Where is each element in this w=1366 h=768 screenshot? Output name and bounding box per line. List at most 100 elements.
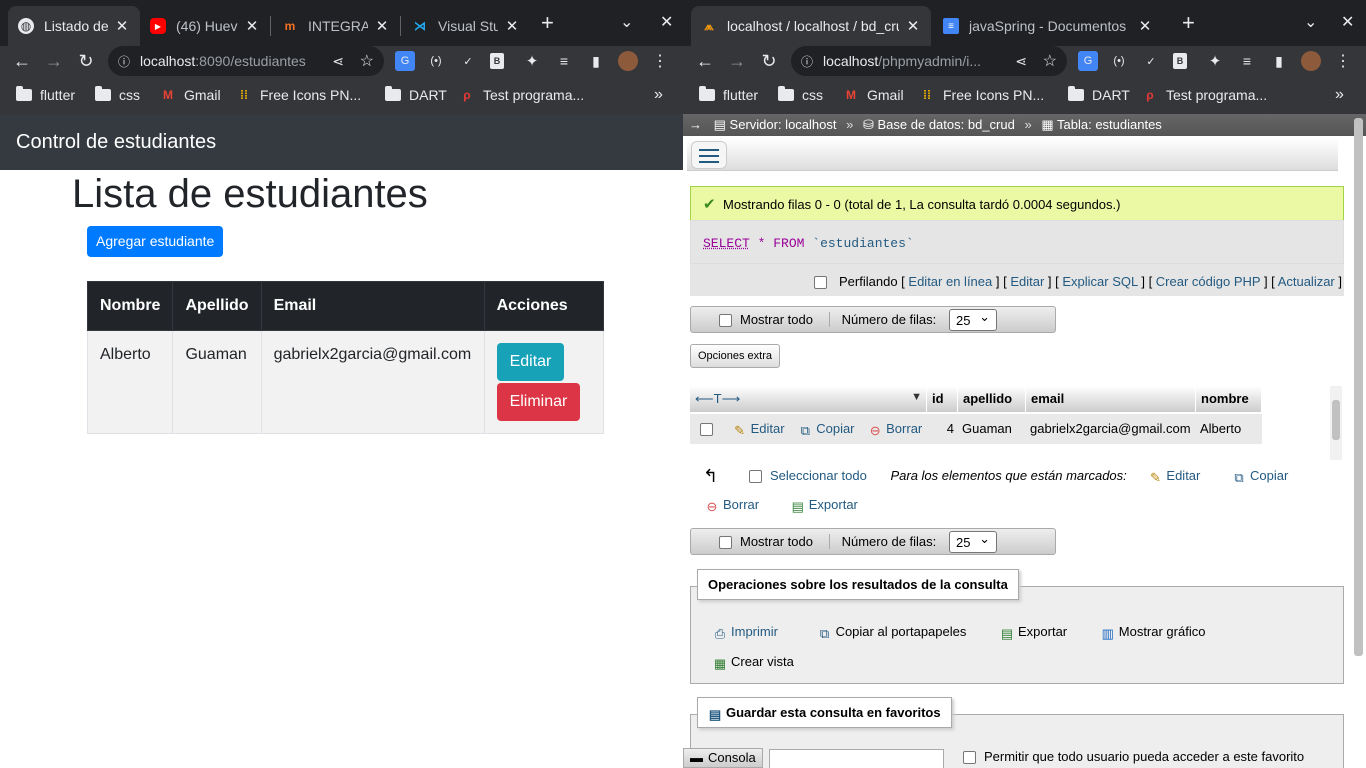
public-bookmark-checkbox[interactable] [963, 751, 976, 765]
bookmark-css[interactable]: css [778, 85, 823, 105]
check-icon[interactable]: ✓ [458, 51, 478, 71]
bookmark-dart[interactable]: DART [1068, 85, 1130, 105]
tab-youtube[interactable]: ▶ (46) Huevo ✕ [140, 6, 270, 46]
column-resize-icon[interactable]: ⟵T⟶ ▼ [690, 386, 927, 412]
reading-list-icon[interactable]: ≡ [1237, 51, 1257, 71]
address-bar[interactable]: ⓘ localhost:8090/estudiantes ⋖ ☆ [108, 46, 384, 76]
reading-list-icon[interactable]: ≡ [554, 51, 574, 71]
menu-kebab-icon[interactable]: ⋮ [650, 51, 670, 71]
column-header[interactable]: apellido [958, 386, 1026, 412]
breadcrumb-database[interactable]: Base de datos: bd_crud [878, 117, 1015, 132]
close-tab-icon[interactable]: ✕ [1137, 17, 1153, 35]
new-tab-icon[interactable]: + [1182, 10, 1195, 36]
explain-sql-link[interactable]: Explicar SQL [1062, 274, 1137, 289]
copy-clipboard-link[interactable]: Copiar al portapapeles [836, 624, 967, 639]
translate-icon[interactable]: G [395, 51, 415, 71]
reload-icon[interactable]: ↻ [757, 46, 781, 76]
bookmark-css[interactable]: css [95, 85, 140, 105]
forward-icon[interactable]: → [725, 46, 749, 76]
more-bookmarks-icon[interactable]: » [654, 85, 663, 105]
bookmark-test[interactable]: ρ Test programa... [459, 85, 584, 105]
side-panel-icon[interactable]: ▮ [586, 51, 606, 71]
cell-nombre[interactable]: Alberto [1196, 414, 1262, 444]
profiling-checkbox[interactable] [814, 276, 828, 290]
tab-integrac[interactable]: m INTEGRAC ✕ [272, 6, 400, 46]
puzzle-icon[interactable]: ✦ [522, 51, 542, 71]
window-close-icon[interactable]: ✕ [660, 10, 673, 36]
share-icon[interactable]: ⋖ [332, 53, 344, 70]
extension-icon[interactable]: (•) [426, 51, 446, 71]
navbar-brand[interactable]: Control de estudiantes [0, 114, 683, 170]
bookmark-flutter[interactable]: flutter [16, 85, 75, 105]
column-header[interactable]: email [1026, 386, 1196, 412]
translate-icon[interactable]: G [1078, 51, 1098, 71]
rows-select[interactable]: 25 [949, 309, 997, 331]
bookmark-flutter[interactable]: flutter [699, 85, 758, 105]
cell-email[interactable]: gabrielx2garcia@gmail.com [1026, 414, 1196, 444]
row-delete-link[interactable]: Borrar [886, 421, 922, 436]
bulk-copy-link[interactable]: Copiar [1250, 468, 1288, 483]
bulk-delete-link[interactable]: Borrar [723, 497, 759, 512]
tab-search-icon[interactable]: ⌄ [620, 10, 633, 36]
export-link[interactable]: Exportar [1018, 624, 1067, 639]
refresh-link[interactable]: Actualizar [1278, 274, 1335, 289]
bulk-export-link[interactable]: Exportar [809, 497, 858, 512]
extra-options-button[interactable]: Opciones extra [690, 344, 780, 368]
close-tab-icon[interactable]: ✕ [374, 17, 390, 35]
menu-kebab-icon[interactable]: ⋮ [1333, 51, 1353, 71]
tab-listado[interactable]: ◍ Listado de estudiantes ✕ [8, 6, 140, 46]
bookmark-test[interactable]: ρ Test programa... [1142, 85, 1267, 105]
create-view-link[interactable]: Crear vista [731, 654, 794, 669]
address-bar[interactable]: ⓘ localhost/phpmyadmin/i... ⋖ ☆ [791, 46, 1067, 76]
bulk-edit-link[interactable]: Editar [1166, 468, 1200, 483]
close-tab-icon[interactable]: ✕ [114, 17, 130, 35]
print-link[interactable]: Imprimir [731, 624, 778, 639]
bootstrap-ext-icon[interactable]: B [1173, 53, 1187, 69]
show-chart-link[interactable]: Mostrar gráfico [1119, 624, 1206, 639]
close-tab-icon[interactable]: ✕ [244, 17, 260, 35]
column-header[interactable]: id [927, 386, 958, 412]
breadcrumb-table[interactable]: Tabla: estudiantes [1057, 117, 1162, 132]
new-tab-icon[interactable]: + [541, 10, 554, 36]
bookmark-dart[interactable]: DART [385, 85, 447, 105]
tab-docs[interactable]: ≡ javaSpring - Documentos ✕ [933, 6, 1163, 46]
side-panel-icon[interactable]: ▮ [1269, 51, 1289, 71]
row-copy-link[interactable]: Copiar [816, 421, 854, 436]
tab-visual-studio[interactable]: ⋊ Visual Studio ✕ [402, 6, 530, 46]
forward-icon[interactable]: → [42, 46, 66, 76]
bookmark-gmail[interactable]: M Gmail [843, 85, 904, 105]
console-toggle[interactable]: ▬ Consola [683, 748, 763, 768]
close-tab-icon[interactable]: ✕ [905, 17, 921, 35]
hamburger-menu-icon[interactable] [691, 141, 727, 169]
delete-button[interactable]: Eliminar [496, 383, 581, 421]
create-php-link[interactable]: Crear código PHP [1156, 274, 1261, 289]
reload-icon[interactable]: ↻ [74, 46, 98, 76]
show-all-checkbox[interactable] [719, 536, 732, 550]
tab-phpmyadmin[interactable]: ⩕ localhost / localhost / bd_crud ✕ [691, 6, 931, 46]
puzzle-icon[interactable]: ✦ [1205, 51, 1225, 71]
more-bookmarks-icon[interactable]: » [1335, 85, 1344, 105]
edit-inline-link[interactable]: Editar en línea [908, 274, 992, 289]
tab-search-icon[interactable]: ⌄ [1304, 10, 1317, 36]
extension-icon[interactable]: (•) [1109, 51, 1129, 71]
rows-select[interactable]: 25 [949, 531, 997, 553]
cell-apellido[interactable]: Guaman [958, 414, 1026, 444]
back-icon[interactable]: ← [693, 46, 717, 76]
share-icon[interactable]: ⋖ [1015, 53, 1027, 70]
show-all-checkbox[interactable] [719, 314, 732, 328]
cell-id[interactable]: 4 [927, 414, 958, 444]
sort-arrow-icon[interactable]: ▼ [911, 391, 922, 403]
collapse-arrow-icon[interactable]: → [689, 117, 702, 132]
avatar[interactable] [1301, 51, 1321, 71]
add-student-button[interactable]: Agregar estudiante [87, 226, 224, 257]
row-checkbox[interactable] [700, 423, 713, 437]
avatar[interactable] [618, 51, 638, 71]
bookmark-label-input[interactable] [769, 749, 944, 768]
bookmark-free-icons[interactable]: ⁞⁞ Free Icons PN... [919, 85, 1044, 105]
bookmark-free-icons[interactable]: ⁞⁞ Free Icons PN... [236, 85, 361, 105]
bookmark-gmail[interactable]: M Gmail [160, 85, 221, 105]
check-icon[interactable]: ✓ [1141, 51, 1161, 71]
star-icon[interactable]: ☆ [1043, 51, 1057, 71]
row-edit-link[interactable]: Editar [751, 421, 785, 436]
page-scrollbar[interactable] [1354, 118, 1363, 656]
